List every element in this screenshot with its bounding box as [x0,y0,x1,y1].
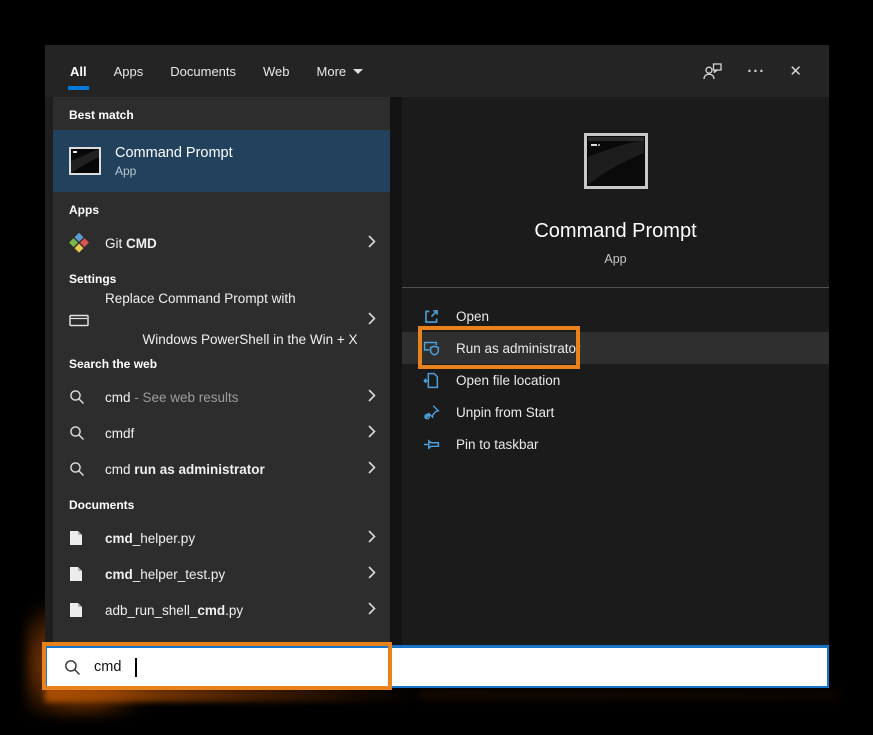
tab-documents-label: Documents [170,64,236,79]
run-as-administrator-icon [423,340,440,357]
tab-apps-label: Apps [114,64,144,79]
tab-more-label: More [317,64,347,79]
doc-item1-rest: _helper.py [133,531,195,546]
web-item3-prefix: cmd [105,462,134,477]
chevron-right-icon[interactable] [368,530,376,546]
result-git-cmd[interactable]: Git CMD [53,225,390,261]
doc-item2-bold: cmd [105,567,133,582]
tab-all-label: All [70,64,87,79]
action-open-file-location[interactable]: Open file location [402,364,829,396]
git-item-prefix: Git [105,236,126,251]
action-open-file-location-label: Open file location [456,373,560,388]
tab-more[interactable]: More [317,45,364,97]
git-item-bold: CMD [126,236,157,251]
result-web-cmdf[interactable]: cmdf [53,415,390,451]
search-icon [69,389,93,405]
close-icon[interactable]: ✕ [789,62,803,80]
chevron-right-icon[interactable] [368,389,376,405]
pin-icon [423,436,440,453]
document-icon [69,530,93,546]
best-match-subtitle: App [115,164,233,178]
tab-apps[interactable]: Apps [114,45,144,97]
best-match-title: Command Prompt [115,145,233,161]
search-query-text: cmd [94,659,121,675]
result-replace-cmd-setting[interactable]: Replace Command Prompt with Windows Powe… [53,294,390,346]
active-tab-underline [68,86,89,90]
orange-glow-bottom [45,687,425,702]
system-setting-icon [69,314,93,327]
git-cmd-icon [69,233,93,253]
doc-item3-suffix: .py [225,603,243,618]
web-item2-main: cmdf [105,426,134,441]
result-web-cmd[interactable]: cmd - See web results [53,379,390,415]
command-prompt-icon-large [584,133,648,194]
chevron-right-icon[interactable] [368,602,376,618]
tab-web-label: Web [263,64,290,79]
settings-item-line1: Replace Command Prompt with [105,291,296,306]
preview-panel: Command Prompt App Open [402,97,829,645]
section-header-best-match: Best match [53,97,390,130]
tab-documents[interactable]: Documents [170,45,236,97]
chevron-right-icon[interactable] [368,566,376,582]
open-icon [423,308,440,325]
action-run-as-administrator[interactable]: Run as administrator [402,332,829,364]
search-icon [69,425,93,441]
action-open-label: Open [456,309,489,324]
section-header-documents: Documents [53,487,390,520]
result-doc-cmd-helper[interactable]: cmd_helper.py [53,520,390,556]
result-doc-cmd-helper-test[interactable]: cmd_helper_test.py [53,556,390,592]
chevron-right-icon[interactable] [368,461,376,477]
search-flyout-window: All Apps Documents Web More [45,45,829,688]
text-caret [135,658,137,677]
chevron-down-icon [353,69,363,74]
open-file-location-icon [423,372,440,389]
chevron-right-icon[interactable] [368,235,376,251]
result-best-match-command-prompt[interactable]: Command Prompt App [53,130,390,192]
search-icon [69,461,93,477]
orange-glow-bottom-right [420,690,840,700]
doc-item3-bold: cmd [197,603,225,618]
search-input[interactable]: cmd [45,645,829,688]
feedback-icon[interactable] [702,62,723,81]
action-unpin-label: Unpin from Start [456,405,554,420]
document-icon [69,602,93,618]
unpin-icon [423,404,440,421]
doc-item3-prefix: adb_run_shell_ [105,603,197,618]
web-item3-bold: run as administrator [134,462,265,477]
tab-all[interactable]: All [70,45,87,97]
preview-app-title: Command Prompt [402,220,829,243]
result-web-cmd-run-as-admin[interactable]: cmd run as administrator [53,451,390,487]
action-pin-taskbar-label: Pin to taskbar [456,437,539,452]
action-unpin-from-start[interactable]: Unpin from Start [402,396,829,428]
more-options-icon[interactable]: ··· [747,63,765,80]
results-panel: Best match Command Prompt App App [45,97,390,645]
web-item1-main: cmd [105,390,131,405]
preview-divider [402,287,829,288]
panel-edge-strip [45,97,53,645]
preview-app-subtitle: App [402,252,829,266]
action-run-admin-label: Run as administrator [456,341,581,356]
settings-item-line2: Windows PowerShell in the Win + X [143,332,358,347]
chevron-right-icon[interactable] [368,312,376,328]
result-doc-adb-run-shell-cmd[interactable]: adb_run_shell_cmd.py [53,592,390,628]
web-item1-rest: - See web results [131,390,239,405]
doc-item1-bold-text: cmd [105,531,133,546]
doc-item2-rest: _helper_test.py [133,567,225,582]
search-filter-tabbar: All Apps Documents Web More [45,45,829,97]
action-pin-to-taskbar[interactable]: Pin to taskbar [402,428,829,460]
search-icon [64,659,81,676]
document-icon [69,566,93,582]
command-prompt-icon [69,147,101,175]
action-open[interactable]: Open [402,300,829,332]
chevron-right-icon[interactable] [368,425,376,441]
section-header-apps: Apps [53,192,390,225]
tab-web[interactable]: Web [263,45,290,97]
